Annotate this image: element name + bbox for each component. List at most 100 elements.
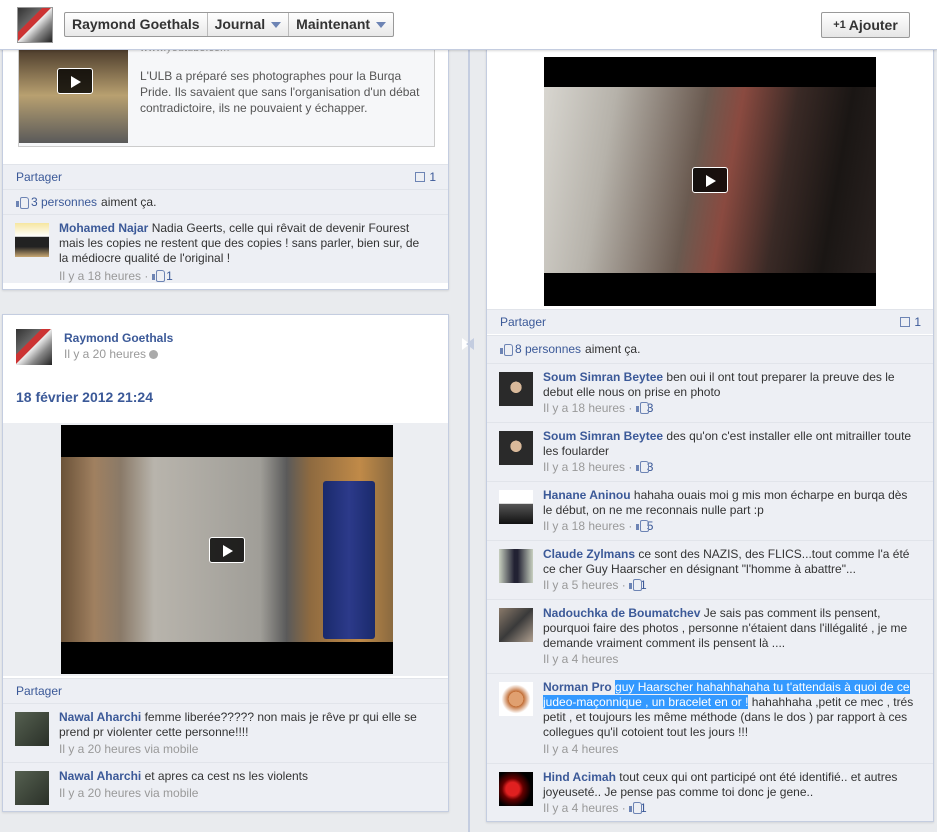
comment: Hind Acimah tout ceux qui ont participé …: [487, 763, 933, 821]
likes-summary: 3 personnes aiment ça.: [16, 195, 156, 209]
comment-author[interactable]: Hind Acimah: [543, 770, 616, 784]
comment-time[interactable]: Il y a 20 heures via mobile: [59, 742, 198, 756]
comment-time[interactable]: Il y a 18 heures: [543, 519, 625, 533]
like-icon: [635, 402, 649, 414]
comment-count-value: 1: [429, 170, 436, 184]
play-icon[interactable]: [692, 167, 728, 193]
avatar[interactable]: [15, 712, 49, 746]
comment-body: Nawal Aharchi femme liberée????? non mai…: [59, 710, 430, 740]
now-dropdown[interactable]: Maintenant: [289, 13, 393, 36]
like-icon: [16, 197, 29, 209]
comment: Soum Simran Beytee ben oui il ont tout p…: [487, 363, 933, 422]
likes-count-link[interactable]: 8 personnes: [515, 342, 581, 356]
now-label: Maintenant: [296, 16, 371, 32]
left-top-story: www.youtube.com L'ULB a préparé ses phot…: [2, 36, 449, 290]
comment-body: Soum Simran Beytee ben oui il ont tout p…: [543, 370, 915, 400]
likes-suffix: aiment ça.: [101, 195, 157, 209]
comment-time[interactable]: Il y a 18 heures: [59, 269, 141, 283]
comment-author[interactable]: Norman Pro: [543, 680, 612, 694]
attachment-thumbnail[interactable]: [19, 48, 128, 143]
comment-count[interactable]: 1: [900, 315, 921, 329]
comment-author[interactable]: Claude Zylmans: [543, 547, 635, 561]
comment-meta: Il y a 18 heures · 3: [543, 460, 654, 474]
comment: Hanane Aninou hahaha ouais moi g mis mon…: [487, 481, 933, 540]
comment-author[interactable]: Nawal Aharchi: [59, 710, 141, 724]
journal-dropdown[interactable]: Journal: [208, 13, 290, 36]
poster-name[interactable]: Raymond Goethals: [64, 331, 173, 345]
comment-author[interactable]: Soum Simran Beytee: [543, 429, 663, 443]
comment-body: Claude Zylmans ce sont des NAZIS, des FL…: [543, 547, 915, 577]
plus-one-icon: +1: [833, 19, 846, 31]
like-icon: [500, 344, 513, 356]
avatar[interactable]: [16, 329, 52, 365]
play-icon[interactable]: [209, 537, 245, 563]
breadcrumb-profile-name[interactable]: Raymond Goethals: [65, 13, 208, 36]
comment-author[interactable]: Nawal Aharchi: [59, 769, 141, 783]
globe-icon: [149, 350, 159, 359]
avatar[interactable]: [499, 431, 533, 465]
comment-count[interactable]: 1: [415, 170, 436, 184]
share-link[interactable]: Partager: [500, 315, 546, 329]
comment-meta: Il y a 20 heures via mobile: [59, 742, 198, 756]
post-title[interactable]: 18 février 2012 21:24: [16, 389, 153, 405]
share-link[interactable]: Partager: [16, 170, 62, 184]
comment-time[interactable]: Il y a 4 heures: [543, 652, 618, 666]
profile-thumbnail[interactable]: [17, 7, 53, 43]
avatar[interactable]: [499, 549, 533, 583]
avatar[interactable]: [15, 223, 49, 257]
video-player[interactable]: [61, 425, 393, 674]
comment-time[interactable]: Il y a 4 heures: [543, 801, 618, 815]
comment-author[interactable]: Mohamed Najar: [59, 221, 148, 235]
timeline-dot-icon: [462, 338, 474, 350]
comment-meta: Il y a 18 heures · 1: [59, 269, 173, 283]
comment-icon: [415, 172, 426, 182]
like-icon: [629, 802, 643, 814]
comment-meta: Il y a 20 heures via mobile: [59, 786, 198, 800]
comment-time[interactable]: Il y a 4 heures: [543, 742, 618, 756]
comment-body: Norman Pro guy Haarscher hahahhahaha tu …: [543, 680, 915, 740]
comment-likes[interactable]: 1: [166, 269, 173, 283]
avatar[interactable]: [499, 772, 533, 806]
comment: Nawal Aharchi et apres ca cest ns les vi…: [3, 762, 448, 811]
avatar[interactable]: [15, 771, 49, 805]
comment-body: Soum Simran Beytee des qu'on c'est insta…: [543, 429, 915, 459]
attachment-description: L'ULB a préparé ses photographes pour la…: [140, 69, 420, 115]
right-story: Partager 1 8 personnes aiment ça. Soum Si…: [486, 36, 934, 822]
comment-author[interactable]: Hanane Aninou: [543, 488, 631, 502]
comment: Nawal Aharchi femme liberée????? non mai…: [3, 703, 448, 762]
journal-label: Journal: [214, 16, 266, 32]
post-time[interactable]: Il y a 20 heures: [64, 347, 159, 361]
comment: Nadouchka de Boumatchev Je sais pas comm…: [487, 599, 933, 673]
comment-body: Mohamed Najar Nadia Geerts, celle qui rê…: [59, 221, 430, 266]
timeline-header: Raymond Goethals Journal Maintenant +1 Aj…: [0, 0, 937, 50]
likes-suffix: aiment ça.: [585, 342, 641, 356]
avatar[interactable]: [499, 682, 533, 716]
share-bar: Partager 1: [487, 309, 933, 334]
comment-author[interactable]: Soum Simran Beytee: [543, 370, 663, 384]
comment-body: Nadouchka de Boumatchev Je sais pas comm…: [543, 606, 915, 651]
comment-text: et apres ca cest ns les violents: [144, 769, 309, 783]
comment-time[interactable]: Il y a 20 heures via mobile: [59, 786, 198, 800]
share-bar: Partager: [3, 678, 448, 703]
comment-body: Hanane Aninou hahaha ouais moi g mis mon…: [543, 488, 915, 518]
avatar[interactable]: [499, 490, 533, 524]
video-player[interactable]: [544, 57, 876, 306]
likes-count-link[interactable]: 3 personnes: [31, 195, 97, 209]
comment-time[interactable]: Il y a 5 heures: [543, 578, 618, 592]
comment-author[interactable]: Nadouchka de Boumatchev: [543, 606, 700, 620]
add-button[interactable]: +1 Ajouter: [821, 12, 910, 38]
comment-time[interactable]: Il y a 18 heures: [543, 401, 625, 415]
video-attachment[interactable]: www.youtube.com L'ULB a préparé ses phot…: [18, 42, 435, 147]
comment-time[interactable]: Il y a 18 heures: [543, 460, 625, 474]
play-icon[interactable]: [57, 68, 93, 94]
avatar[interactable]: [499, 608, 533, 642]
add-button-label: Ajouter: [848, 17, 898, 33]
like-icon: [629, 579, 643, 591]
share-link[interactable]: Partager: [16, 684, 62, 698]
avatar[interactable]: [499, 372, 533, 406]
chevron-down-icon: [271, 21, 282, 28]
banner-graphic: [323, 481, 375, 639]
likes-row: 3 personnes aiment ça.: [3, 189, 448, 214]
comment-meta: Il y a 18 heures · 3: [543, 401, 654, 415]
comment: Mohamed Najar Nadia Geerts, celle qui rê…: [3, 214, 448, 283]
